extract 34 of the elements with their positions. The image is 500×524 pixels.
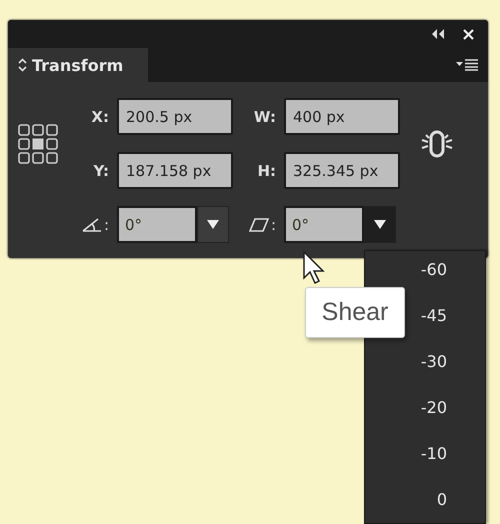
input-field[interactable]: 187.158 px xyxy=(117,152,233,189)
collapse-icon[interactable] xyxy=(431,29,445,39)
cursor-icon xyxy=(302,250,328,286)
angle-icon xyxy=(82,218,102,232)
dropdown-option[interactable]: -20 xyxy=(420,397,447,419)
dropdown-option[interactable]: -60 xyxy=(420,259,447,281)
dropdown-option[interactable]: 0 xyxy=(436,489,447,511)
link-icon[interactable] xyxy=(420,128,454,160)
panel-title: Transform xyxy=(32,56,124,74)
sort-arrows-icon xyxy=(18,58,27,72)
field-label: : xyxy=(270,216,276,234)
field-label: Y: xyxy=(92,162,110,180)
dropdown-option[interactable]: -10 xyxy=(420,443,447,465)
input-field[interactable]: 400 px xyxy=(284,98,400,135)
input-field[interactable]: 325.345 px xyxy=(284,152,400,189)
panel-menu-icon[interactable] xyxy=(456,59,478,71)
input-field[interactable]: 0° xyxy=(117,206,197,243)
close-icon[interactable] xyxy=(463,28,474,40)
shear-icon xyxy=(248,218,269,232)
input-field[interactable]: 0° xyxy=(284,206,364,243)
dropdown-option[interactable]: -45 xyxy=(420,305,447,327)
caret-icon xyxy=(374,220,386,229)
field-label: W: xyxy=(252,108,277,126)
field-label: X: xyxy=(90,108,110,126)
caret-icon xyxy=(207,220,219,229)
dropdown-button[interactable] xyxy=(364,206,396,243)
field-label: H: xyxy=(256,162,277,180)
field-label: : xyxy=(104,216,109,234)
panel-tab[interactable]: Transform xyxy=(8,48,148,82)
dropdown-option[interactable]: -30 xyxy=(420,351,447,373)
reference-point-icon[interactable] xyxy=(18,122,58,164)
tooltip: Shear xyxy=(305,287,405,338)
dropdown-button[interactable] xyxy=(197,206,229,243)
input-field[interactable]: 200.5 px xyxy=(117,98,233,135)
